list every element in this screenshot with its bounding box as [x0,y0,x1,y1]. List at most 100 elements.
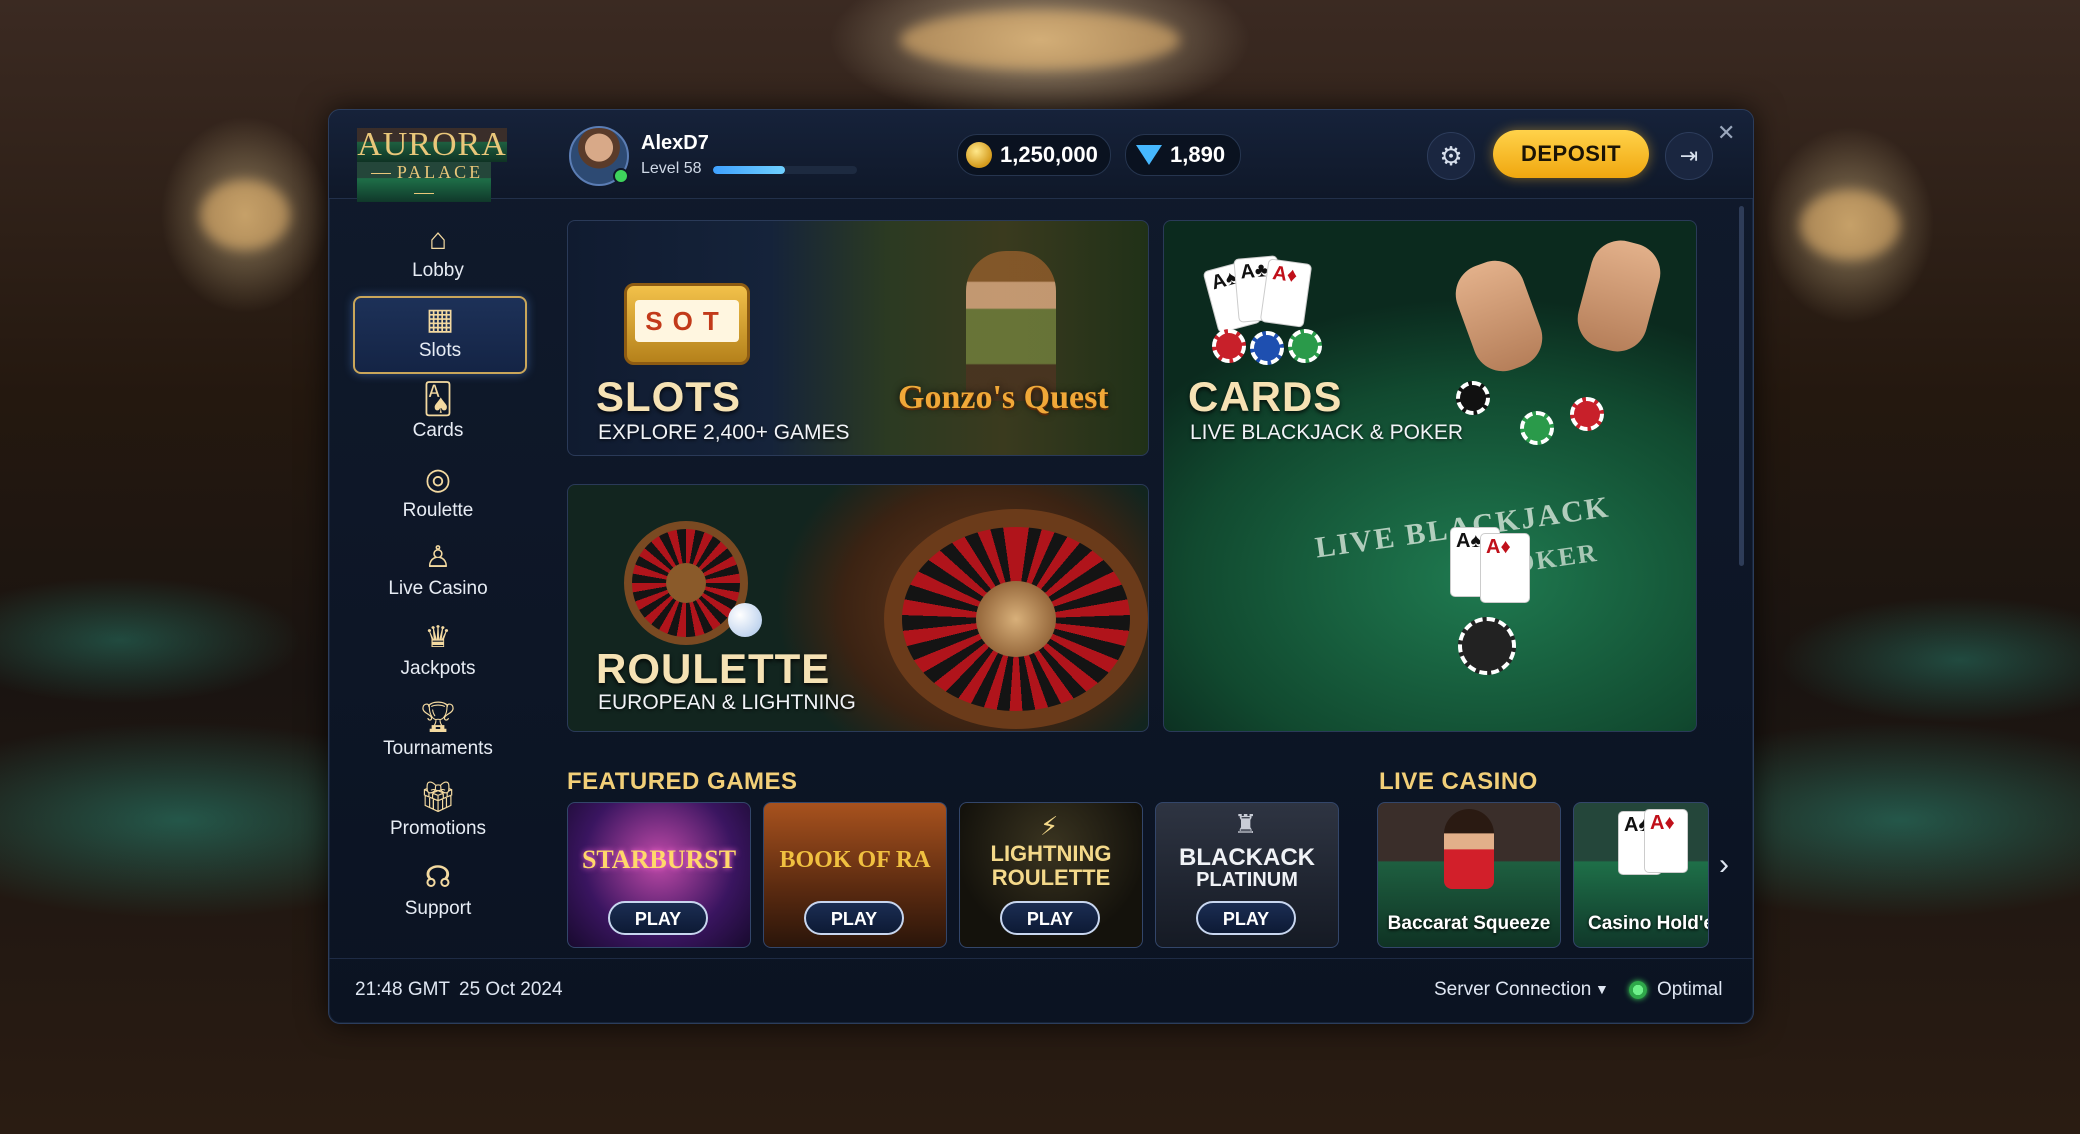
player-level: Level 58 [641,160,702,177]
chevron-right-icon[interactable]: › [1719,848,1729,882]
content-scrollbar[interactable] [1739,206,1744,566]
crest-icon: ♜ [1234,809,1258,839]
live-casino-heading: LIVE CASINO [1379,768,1538,795]
sidebar-item-label: Support [404,898,472,919]
play-button[interactable]: PLAY [1000,901,1100,935]
sidebar-item-label: Cards [412,420,464,441]
poker-chip [1456,381,1490,415]
gear-icon: ⚙ [1439,140,1463,171]
sidebar-item-cards[interactable]: 🂡 Cards [353,378,523,452]
roulette-ball-illustration [728,603,762,637]
roulette-tile-subtitle: EUROPEAN & LIGHTNING [598,691,856,714]
game-card-starburst[interactable]: STARBURST PLAY [567,802,751,948]
play-button[interactable]: PLAY [608,901,708,935]
sidebar-item-support[interactable]: ☊ Support [353,856,523,930]
top-bar: AURORA PALACE AlexD7 Level 58 1,250,000 … [329,110,1753,202]
casino-lobby-window: AURORA PALACE AlexD7 Level 58 1,250,000 … [328,109,1754,1024]
lightning-icon: ⚡︎ [1040,811,1059,841]
clock-date: 25 Oct 2024 [459,979,563,1000]
background-chandelier-top [900,10,1180,70]
live-table-name: Casino Hold'e [1588,913,1709,934]
cards-icon: 🂡 [422,383,454,416]
game-card-lightning-roulette[interactable]: ⚡︎ LIGHTNING ROULETTE PLAY [959,802,1143,948]
xp-progress-bar [713,166,857,174]
server-connection-dropdown[interactable]: Server Connection [1434,979,1591,1001]
poker-chip [1288,329,1322,363]
brand-logo-line2: PALACE [357,162,491,202]
roulette-wheel-large-illustration [884,509,1148,729]
home-icon: ⌂ [428,223,448,256]
slots-category-tile[interactable]: SOT Gonzo's Quest SLOTS EXPLORE 2,400+ G… [567,220,1149,456]
playing-card: A♦ [1644,809,1688,873]
sidebar-item-slots[interactable]: ▦ Slots [353,296,527,374]
cards-tile-title: CARDS [1188,373,1343,420]
sidebar-item-promotions[interactable]: 🎁︎ Promotions [353,776,523,850]
dealer-icon: ♙ [424,541,452,574]
game-card-book-of-ra[interactable]: BOOK OF RA PLAY [763,802,947,948]
sidebar-item-label: Roulette [402,500,474,521]
coin-balance-value: 1,250,000 [1000,142,1098,167]
slot-reel-text: SOT [635,300,739,342]
coin-balance[interactable]: 1,250,000 [957,134,1111,176]
deposit-button[interactable]: DEPOSIT [1493,130,1649,178]
roulette-icon: ◎ [424,463,452,496]
game-title: STARBURST [581,845,737,874]
username[interactable]: AlexD7 [641,132,709,155]
settings-button[interactable]: ⚙ [1427,132,1475,180]
background-chandelier-left [200,180,290,250]
exit-icon: ⇥ [1679,143,1699,168]
playing-card: A♦ [1259,258,1313,328]
sidebar-item-lobby[interactable]: ⌂ Lobby [353,218,523,292]
dealer-hand-right [1570,233,1668,359]
poker-chip [1570,397,1604,431]
sidebar-item-label: Live Casino [388,578,488,599]
sidebar-item-label: Tournaments [383,738,493,759]
chevron-down-icon[interactable]: ▼ [1595,981,1609,997]
online-status-dot [613,168,629,184]
brand-logo-line1: AURORA [357,126,507,163]
sidebar-nav: ⌂ Lobby ▦ Slots 🂡 Cards ◎ Roulette ♙ Liv… [329,198,533,958]
connection-status-icon [1629,981,1647,999]
slots-tile-title: SLOTS [596,373,742,420]
background-chandelier-right [1800,190,1900,260]
jackpot-icon: ♛ [424,621,452,654]
live-table-baccarat-squeeze[interactable]: Baccarat Squeeze [1377,802,1561,948]
game-title: BLACKACK [1179,844,1315,871]
sidebar-item-roulette[interactable]: ◎ Roulette [353,458,523,532]
game-title: PLATINUM [1196,869,1298,891]
game-title: BOOK OF RA [779,847,931,873]
playing-card: A♦ [1480,533,1530,603]
brand-logo[interactable]: AURORA PALACE [357,128,507,202]
cards-tile-subtitle: LIVE BLACKJACK & POKER [1190,421,1464,444]
dealer-hand-left [1447,252,1551,380]
game-title: ROULETTE [991,865,1111,890]
cards-category-tile[interactable]: A♠ A♣ A♦ LIVE BLACKJACK & POKER A♠ A♦ CA… [1163,220,1697,732]
play-button[interactable]: PLAY [804,901,904,935]
clock-time: 21:48 GMT [355,979,451,1000]
featured-games-heading: FEATURED GAMES [567,768,798,795]
gem-balance[interactable]: 1,890 [1125,134,1241,176]
connection-status-text: Optimal [1657,979,1723,1000]
sidebar-item-live-casino[interactable]: ♙ Live Casino [353,536,523,610]
game-card-blackack-platinum[interactable]: ♜ BLACKACK PLATINUM PLAY [1155,802,1339,948]
gonzos-quest-logo: Gonzo's Quest [898,379,1109,416]
roulette-category-tile[interactable]: ROULETTE EUROPEAN & LIGHTNING [567,484,1149,732]
sidebar-item-tournaments[interactable]: 🏆︎ Tournaments [353,696,523,770]
gift-icon: 🎁︎ [418,781,458,814]
play-button[interactable]: PLAY [1196,901,1296,935]
live-table-casino-holdem[interactable]: A♠ A♦ Casino Hold'e [1573,802,1709,948]
headset-icon: ☊ [424,861,452,894]
roulette-tile-title: ROULETTE [596,645,831,692]
exit-button[interactable]: ⇥ [1665,132,1713,180]
trophy-icon: 🏆︎ [418,701,458,734]
sidebar-item-jackpots[interactable]: ♛ Jackpots [353,616,523,690]
gem-balance-value: 1,890 [1170,142,1226,167]
live-table-name: Baccarat Squeeze [1387,913,1551,934]
xp-progress-fill [713,166,785,174]
close-icon[interactable]: ✕ [1717,120,1735,146]
slots-tile-subtitle: EXPLORE 2,400+ GAMES [598,421,850,444]
poker-chip [1458,617,1516,675]
poker-chip [1212,329,1246,363]
poker-chip [1250,331,1284,365]
sidebar-item-label: Slots [418,340,462,361]
